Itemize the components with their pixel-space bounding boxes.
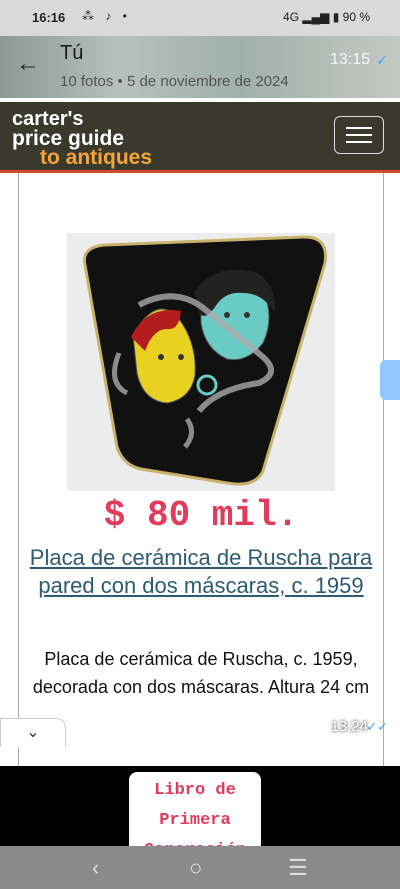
notification-icons: ⁂ ♪ • — [82, 9, 131, 23]
site-navbar: carter's price guide to antiques — [0, 102, 400, 173]
side-floating-tab[interactable] — [380, 360, 400, 400]
site-logo[interactable]: carter's price guide to antiques — [12, 109, 153, 169]
battery-icon: ▮ — [332, 10, 340, 24]
header-time: 13:15 — [329, 51, 370, 68]
item-description: Placa de cerámica de Ruscha, c. 1959, de… — [32, 649, 370, 697]
status-right: 4G ▂▄▆ ▮ 90 % — [283, 10, 370, 24]
menu-line — [346, 141, 372, 143]
photo-info: 10 fotos • 5 de noviembre de 2024 — [60, 73, 289, 90]
signal-bars-icon: ▂▄▆ — [302, 10, 330, 24]
book-line3: Generación — [129, 836, 261, 846]
menu-line — [346, 134, 372, 136]
read-ticks-icon: ✓ — [376, 52, 388, 68]
photo-content[interactable]: carter's price guide to antiques $ 80 mi… — [0, 98, 400, 766]
logo-line3: to antiques — [40, 146, 153, 169]
status-bar: 16:16 ⁂ ♪ • 4G ▂▄▆ ▮ 90 % — [0, 0, 400, 36]
next-photo-preview[interactable]: Libro de Primera Generación — [0, 766, 400, 846]
android-nav-bar: ‹ ○ ☰ — [0, 846, 400, 889]
battery-level: 90 % — [342, 10, 370, 24]
status-time: 16:16 — [32, 10, 66, 25]
message-time: 13:24 — [330, 718, 368, 735]
item-title-link[interactable]: Placa de cerámica de Ruscha para pared c… — [29, 544, 373, 600]
home-circle-icon[interactable]: ○ — [189, 855, 202, 881]
book-line2: Primera — [159, 811, 231, 830]
item-card: $ 80 mil. Placa de cerámica de Ruscha pa… — [18, 173, 384, 766]
item-price: $ 80 mil. — [103, 495, 299, 536]
media-viewer-header: ← Tú 10 fotos • 5 de noviembre de 2024 1… — [0, 36, 400, 98]
menu-line — [346, 127, 372, 129]
sender-name: Tú — [60, 42, 84, 64]
back-arrow-icon[interactable]: ← — [16, 50, 40, 78]
scroll-down-button[interactable]: ⌄ — [0, 718, 66, 747]
recents-menu-icon[interactable]: ☰ — [288, 855, 308, 881]
chevron-down-icon: ⌄ — [26, 724, 40, 741]
signal-label: 4G — [283, 10, 300, 24]
ceramic-plate-image[interactable] — [67, 233, 335, 491]
plate-illustration — [67, 233, 335, 491]
book-card: Libro de Primera Generación — [129, 772, 261, 846]
double-check-icon: ✓✓ — [366, 719, 388, 734]
book-line1: Libro de — [154, 781, 236, 800]
hamburger-menu-button[interactable] — [334, 116, 384, 154]
back-nav-icon[interactable]: ‹ — [92, 855, 99, 881]
